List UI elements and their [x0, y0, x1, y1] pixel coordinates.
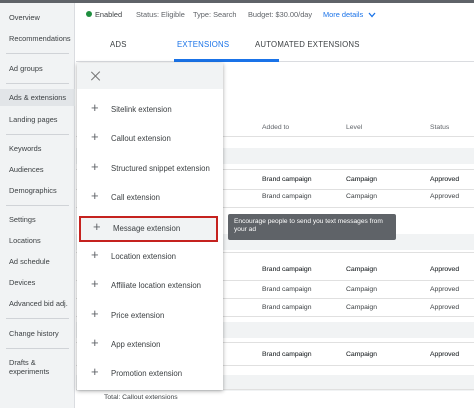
cell-status: Approved: [430, 266, 460, 273]
plus-icon: +: [91, 159, 99, 174]
column-header-added-to[interactable]: Added to: [262, 124, 289, 131]
cell-added-to: Brand campaign: [262, 266, 312, 273]
sidebar-item-settings[interactable]: Settings: [9, 215, 36, 224]
close-icon[interactable]: [89, 69, 103, 83]
menu-item-sitelink-extension[interactable]: + Sitelink extension: [77, 97, 223, 123]
enabled-label: Enabled: [95, 10, 123, 19]
tab-automated-extensions[interactable]: AUTOMATED EXTENSIONS: [255, 40, 360, 49]
plus-icon: +: [91, 188, 99, 203]
sidebar-item-ad-groups[interactable]: Ad groups: [9, 64, 43, 73]
chevron-down-icon: [368, 12, 376, 18]
sidebar-item-ads-extensions[interactable]: Ads & extensions: [0, 89, 75, 106]
cell-level: Campaign: [346, 286, 377, 293]
plus-icon: +: [91, 364, 99, 379]
menu-item-label: Price extension: [111, 311, 165, 320]
menu-item-affiliate-location-extension[interactable]: + Affiliate location extension: [77, 273, 223, 299]
cell-status: Approved: [430, 286, 460, 293]
menu-item-label: Call extension: [111, 193, 160, 202]
sidebar-divider: [6, 318, 69, 319]
cell-added-to: Brand campaign: [262, 351, 312, 358]
sidebar-item-devices[interactable]: Devices: [9, 278, 35, 287]
sidebar-divider: [6, 134, 69, 135]
sidebar-item-ad-schedule[interactable]: Ad schedule: [9, 257, 50, 266]
plus-icon: +: [91, 276, 99, 291]
cell-status: Approved: [430, 193, 460, 200]
more-details-link[interactable]: More details: [323, 10, 376, 19]
cell-added-to: Brand campaign: [262, 286, 312, 293]
menu-item-app-extension[interactable]: + App extension: [77, 332, 223, 358]
sidebar-item-drafts-experiments[interactable]: Drafts & experiments: [9, 358, 49, 376]
menu-item-structured-snippet-extension[interactable]: + Structured snippet extension: [77, 156, 223, 182]
sidebar-divider: [6, 53, 69, 54]
menu-item-label: Callout extension: [111, 134, 171, 143]
cell-added-to: Brand campaign: [262, 193, 312, 200]
sidebar-item-advanced-bid-adj[interactable]: Advanced bid adj.: [9, 299, 68, 308]
sidebar-nav: Overview Recommendations Ad groups Ads &…: [0, 3, 75, 408]
extension-tabs: ADS EXTENSIONS AUTOMATED EXTENSIONS: [76, 25, 474, 62]
menu-item-message-extension[interactable]: + Message extension: [79, 216, 218, 242]
menu-item-label: Message extension: [113, 224, 181, 233]
plus-icon: +: [91, 129, 99, 144]
cell-level: Campaign: [346, 176, 377, 183]
menu-item-label: Promotion extension: [111, 369, 183, 378]
cell-level: Campaign: [346, 304, 377, 311]
add-extension-menu: + Sitelink extension + Callout extension…: [77, 63, 223, 390]
tab-extensions[interactable]: EXTENSIONS: [177, 40, 229, 49]
sidebar-item-demographics[interactable]: Demographics: [9, 186, 57, 195]
sidebar-item-audiences[interactable]: Audiences: [9, 165, 44, 174]
sidebar-item-label: Drafts &: [9, 358, 36, 367]
sidebar-divider: [6, 205, 69, 206]
sidebar-item-overview[interactable]: Overview: [9, 13, 40, 22]
cell-added-to: Brand campaign: [262, 304, 312, 311]
menu-item-label: Affiliate location extension: [111, 281, 202, 290]
plus-icon: +: [93, 219, 101, 234]
column-header-level[interactable]: Level: [346, 124, 362, 131]
cell-status: Approved: [430, 304, 460, 311]
plus-icon: +: [91, 335, 99, 350]
column-header-status[interactable]: Status: [430, 124, 449, 131]
sidebar-item-label: experiments: [9, 367, 50, 376]
campaign-status-bar: Enabled Status: Eligible Type: Search Bu…: [76, 3, 474, 25]
enabled-status-icon: [86, 11, 92, 17]
sidebar-item-landing-pages[interactable]: Landing pages: [9, 115, 58, 124]
cell-level: Campaign: [346, 266, 377, 273]
menu-item-call-extension[interactable]: + Call extension: [77, 185, 223, 211]
plus-icon: +: [91, 306, 99, 321]
campaign-type-text: Type: Search: [193, 10, 237, 19]
cell-status: Approved: [430, 176, 460, 183]
tab-ads[interactable]: ADS: [110, 40, 127, 49]
menu-item-label: Sitelink extension: [111, 105, 172, 114]
sidebar-item-recommendations[interactable]: Recommendations: [9, 34, 71, 43]
menu-item-location-extension[interactable]: + Location extension: [77, 244, 223, 270]
menu-item-label: App extension: [111, 340, 161, 349]
plus-icon: +: [91, 247, 99, 262]
menu-item-label: Location extension: [111, 252, 177, 261]
cell-level: Campaign: [346, 351, 377, 358]
sidebar-item-locations[interactable]: Locations: [9, 236, 41, 245]
more-details-label: More details: [323, 10, 364, 19]
sidebar-item-change-history[interactable]: Change history: [9, 329, 59, 338]
menu-item-promotion-extension[interactable]: + Promotion extension: [77, 361, 223, 387]
sidebar-divider: [6, 348, 69, 349]
sidebar-divider: [6, 83, 69, 84]
sidebar-item-keywords[interactable]: Keywords: [9, 144, 41, 153]
menu-header: [77, 63, 223, 89]
cell-status: Approved: [430, 351, 460, 358]
message-extension-tooltip: Encourage people to send you text messag…: [228, 214, 396, 240]
menu-item-price-extension[interactable]: + Price extension: [77, 303, 223, 329]
budget-text: Budget: $30.00/day: [248, 10, 313, 19]
menu-item-label: Structured snippet extension: [111, 164, 210, 173]
plus-icon: +: [91, 100, 99, 115]
table-total-row: Total: Callout extensions: [104, 394, 178, 401]
cell-level: Campaign: [346, 193, 377, 200]
menu-item-callout-extension[interactable]: + Callout extension: [77, 126, 223, 152]
status-eligible-text: Status: Eligible: [136, 10, 185, 19]
cell-added-to: Brand campaign: [262, 176, 312, 183]
